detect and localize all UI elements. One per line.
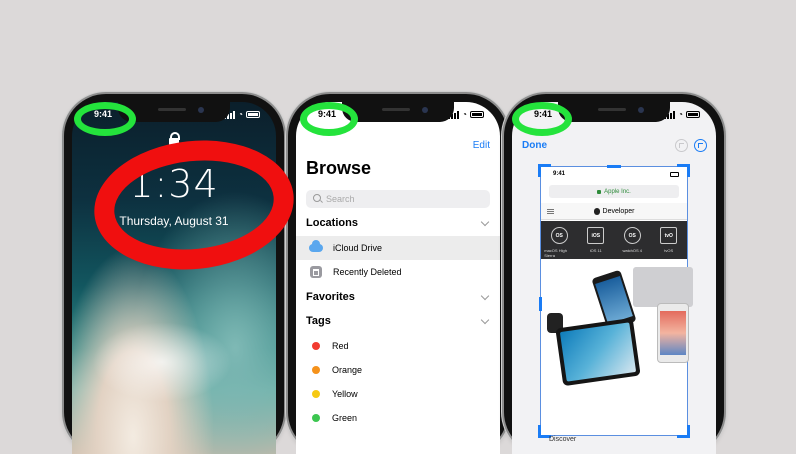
ipad-image [555, 317, 641, 387]
list-item-icloud-drive[interactable]: iCloud Drive [296, 236, 500, 260]
section-locations[interactable]: Locations [306, 214, 490, 232]
tag-dot-icon [312, 414, 320, 422]
screenshot-platform-strip: OS macOS High Sierra iOS iOS 11 OS watch… [541, 221, 687, 259]
tag-item-yellow[interactable]: Yellow [296, 382, 500, 406]
search-placeholder: Search [326, 194, 355, 204]
platform-badge: tvO [660, 227, 678, 244]
platform-label: tvOS [664, 248, 674, 253]
green-highlight-circle [300, 102, 358, 136]
wallpaper-foam [92, 322, 232, 402]
screenshot-url: Apple Inc. [604, 188, 631, 195]
chevron-down-icon [480, 291, 490, 300]
screenshot-crop-frame[interactable]: 9:41 Apple Inc. Developer OS macOS High … [538, 164, 693, 443]
list-item-label: Recently Deleted [333, 267, 402, 277]
screenshot-status-bar: 9:41 [541, 171, 687, 180]
section-tags[interactable]: Tags [306, 312, 490, 330]
wifi-icon: ◔ [678, 110, 683, 119]
search-icon [313, 194, 321, 202]
redo-icon[interactable] [694, 139, 707, 152]
platform-item: iOS iOS 11 [581, 227, 611, 253]
screenshot-devices-image [541, 263, 693, 403]
wifi-icon: ◔ [462, 110, 467, 119]
undo-icon[interactable] [675, 139, 688, 152]
tag-item-green[interactable]: Green [296, 406, 500, 430]
platform-label: watchOS 4 [622, 248, 643, 253]
tag-label: Green [332, 413, 358, 423]
tag-item-orange[interactable]: Orange [296, 358, 500, 382]
notch [342, 102, 454, 122]
chevron-down-icon [480, 315, 490, 324]
battery-icon [246, 111, 260, 118]
tag-label: Yellow [332, 389, 358, 399]
green-highlight-circle [74, 102, 136, 136]
green-highlight-circle [512, 102, 572, 136]
platform-badge: OS [550, 227, 568, 244]
platform-item: OS watchOS 4 [617, 227, 647, 253]
screenshot-url-bar: Apple Inc. [549, 185, 679, 198]
files-screen: 9:41 ◔ Edit Browse Search Locations iClo… [296, 102, 500, 454]
crop-handle[interactable] [607, 165, 621, 168]
icloud-icon [309, 240, 323, 252]
chevron-down-icon [480, 217, 490, 226]
screenshot-site-header: Developer [541, 203, 687, 220]
battery-icon [686, 111, 700, 118]
tag-dot-icon [312, 342, 320, 350]
battery-icon [670, 172, 679, 177]
trash-icon [310, 266, 322, 278]
screenshot-site-title: Developer [602, 207, 635, 215]
tag-dot-icon [312, 366, 320, 374]
screenshot-time: 9:41 [553, 171, 566, 177]
platform-badge: iOS [587, 227, 605, 244]
notch [558, 102, 670, 122]
battery-icon [470, 111, 484, 118]
menu-icon [547, 209, 554, 210]
list-item-label: iCloud Drive [333, 243, 383, 253]
tag-label: Red [332, 341, 349, 351]
apple-logo-icon [593, 207, 600, 215]
crop-handle[interactable] [677, 425, 690, 438]
page-title: Browse [306, 158, 372, 178]
iphone-image [657, 303, 689, 363]
iphone-screenshot-markup: 9:41 ◔ Done 9:41 Apple Inc. Developer OS… [504, 94, 724, 454]
wifi-icon: ◔ [238, 110, 243, 119]
laptop-image [633, 267, 693, 307]
section-favorites[interactable]: Favorites [306, 288, 490, 306]
iphone-lock-screen: 9:41 ◔ 1:34 Thursday, August 31 [64, 94, 301, 454]
search-input[interactable]: Search [306, 190, 490, 208]
platform-badge: OS [623, 227, 641, 244]
platform-item: OS macOS High Sierra [544, 227, 574, 258]
platform-label: macOS High Sierra [544, 248, 567, 258]
iphone-files-app: 9:41 ◔ Edit Browse Search Locations iClo… [288, 94, 508, 454]
tag-label: Orange [332, 365, 363, 375]
tag-dot-icon [312, 390, 320, 398]
section-label: Favorites [306, 291, 355, 303]
section-label: Locations [306, 217, 358, 229]
platform-item: tvO tvOS [654, 227, 684, 253]
section-label: Tags [306, 315, 331, 327]
markup-screen: 9:41 ◔ Done 9:41 Apple Inc. Developer OS… [512, 102, 716, 454]
list-item-recently-deleted[interactable]: Recently Deleted [296, 260, 500, 284]
tag-item-red[interactable]: Red [296, 334, 500, 358]
screenshot-footer-text: Discover [549, 436, 577, 443]
platform-label: iOS 11 [589, 248, 602, 253]
done-button[interactable]: Done [522, 140, 547, 151]
lock-icon [597, 189, 602, 194]
edit-button[interactable]: Edit [473, 140, 490, 151]
